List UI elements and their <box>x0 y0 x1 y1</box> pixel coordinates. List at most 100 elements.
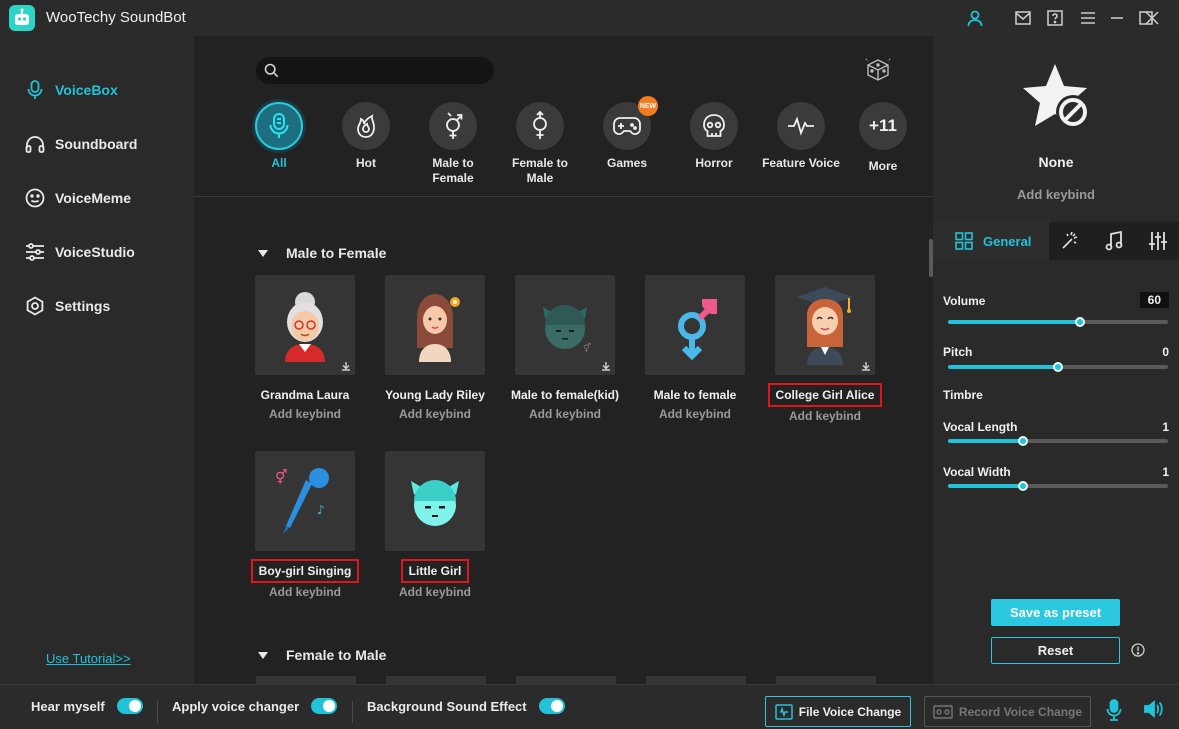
file-voice-change-button[interactable]: File Voice Change <box>765 696 911 727</box>
add-keybind-link[interactable]: Add keybind <box>240 407 370 421</box>
voice-name: Male to female <box>653 388 737 402</box>
voice-card-young-lady-riley[interactable]: Young Lady Riley Add keybind <box>370 275 500 421</box>
voice-card-college-girl-alice[interactable]: College Girl Alice Add keybind <box>760 275 890 423</box>
add-keybind-link[interactable]: Add keybind <box>370 585 500 599</box>
section-header-female-to-male[interactable]: Female to Male <box>258 647 386 663</box>
app-logo <box>9 5 35 31</box>
background-sound-effect-toggle[interactable] <box>538 698 565 714</box>
svg-text:⚥: ⚥ <box>583 342 591 354</box>
add-keybind-link[interactable]: Add keybind <box>760 409 890 423</box>
smiley-icon <box>24 187 46 209</box>
gamepad-icon <box>613 117 641 135</box>
category-label: Hot <box>356 156 376 170</box>
sidebar-item-voicestudio[interactable]: VoiceStudio <box>24 240 135 264</box>
record-voice-change-button[interactable]: Record Voice Change <box>924 696 1091 727</box>
mic-icon[interactable] <box>1106 699 1122 726</box>
add-keybind-link[interactable]: Add keybind <box>240 585 370 599</box>
graduate-avatar-icon <box>797 287 853 365</box>
voice-name: Boy-girl Singing <box>250 559 360 583</box>
user-icon[interactable] <box>963 6 987 30</box>
voice-thumbnail: ⚥ <box>515 275 615 375</box>
search-box[interactable] <box>256 57 494 84</box>
grandma-avatar-icon <box>285 292 325 362</box>
category-label: Feature Voice <box>762 156 840 170</box>
divider <box>194 196 933 197</box>
voice-card-placeholder[interactable] <box>516 676 616 684</box>
music-note-icon[interactable] <box>1103 230 1125 252</box>
caret-down-icon <box>258 249 268 257</box>
vocal-width-slider[interactable] <box>948 481 1168 491</box>
voice-card-grandma-laura[interactable]: Grandma Laura Add keybind <box>240 275 370 421</box>
sidebar-item-voicememe[interactable]: VoiceMeme <box>24 186 131 210</box>
dice-icon[interactable] <box>864 57 892 88</box>
category-feature-voice[interactable]: Feature Voice <box>761 102 841 171</box>
sidebar-item-settings[interactable]: Settings <box>24 294 110 318</box>
hear-myself-control: Hear myself <box>31 698 143 714</box>
voice-card-male-to-female-kid[interactable]: ⚥ Male to female(kid) Add keybind <box>500 275 630 421</box>
section-title: Female to Male <box>286 647 387 663</box>
category-horror[interactable]: Horror <box>674 102 754 171</box>
category-female-to-male[interactable]: Female to Male <box>500 102 580 186</box>
volume-slider-handle[interactable] <box>1075 317 1085 327</box>
apply-voice-changer-toggle[interactable] <box>311 698 338 714</box>
no-voice-star-icon <box>1019 62 1095 139</box>
category-more[interactable]: +11 More <box>843 102 923 174</box>
tab-general[interactable]: General <box>933 222 1049 260</box>
download-icon[interactable] <box>601 361 611 371</box>
tutorial-link[interactable]: Use Tutorial>> <box>46 651 131 666</box>
voice-card-placeholder[interactable] <box>776 676 876 684</box>
volume-label: Volume <box>943 294 986 308</box>
voice-card-placeholder[interactable] <box>386 676 486 684</box>
pitch-slider[interactable] <box>948 362 1168 372</box>
section-header-male-to-female[interactable]: Male to Female <box>258 245 386 261</box>
category-male-to-female[interactable]: Male to Female <box>413 102 493 186</box>
speaker-icon[interactable] <box>1143 699 1163 724</box>
title-bar: WooTechy SoundBot <box>0 0 1179 36</box>
category-hot[interactable]: Hot <box>326 102 406 171</box>
svg-text:⚥: ⚥ <box>275 469 288 486</box>
vocal-length-control: Vocal Length 1 <box>943 420 1169 446</box>
close-window-icon[interactable] <box>1140 6 1164 30</box>
category-games[interactable]: NEW Games <box>587 96 667 171</box>
volume-slider[interactable] <box>948 317 1168 327</box>
volume-value[interactable]: 60 <box>1139 292 1169 308</box>
voice-card-placeholder[interactable] <box>646 676 746 684</box>
section-title: Male to Female <box>286 245 387 261</box>
add-keybind-link[interactable]: Add keybind <box>630 407 760 421</box>
save-preset-button[interactable]: Save as preset <box>991 599 1120 626</box>
pitch-slider-handle[interactable] <box>1053 362 1063 372</box>
category-all[interactable]: All <box>239 102 319 171</box>
sidebar-item-soundboard[interactable]: Soundboard <box>24 132 137 156</box>
vocal-length-slider-handle[interactable] <box>1017 436 1028 446</box>
search-input[interactable] <box>286 61 486 80</box>
add-keybind-link[interactable]: Add keybind <box>500 407 630 421</box>
info-icon[interactable] <box>1131 643 1145 662</box>
voice-card-boy-girl-singing[interactable]: ⚥ ♪ Boy-girl Singing Add keybind <box>240 451 370 599</box>
app-window: WooTechy SoundBot VoiceBox Soundboard Vo… <box>0 0 1179 729</box>
sidebar-item-voicebox[interactable]: VoiceBox <box>24 78 118 102</box>
minimize-icon[interactable] <box>1105 6 1129 30</box>
download-icon[interactable] <box>861 361 871 371</box>
selected-voice-name: None <box>1038 154 1074 170</box>
voice-card-placeholder[interactable] <box>256 676 356 684</box>
vocal-length-slider[interactable] <box>948 436 1168 446</box>
hear-myself-toggle[interactable] <box>116 698 143 714</box>
flame-icon <box>357 114 375 138</box>
headphones-icon <box>24 133 46 155</box>
mail-icon[interactable] <box>1011 6 1035 30</box>
reset-button[interactable]: Reset <box>991 637 1120 664</box>
equalizer-icon[interactable] <box>1147 230 1169 252</box>
add-keybind-link[interactable]: Add keybind <box>370 407 500 421</box>
new-badge: NEW <box>638 96 658 116</box>
vocal-width-slider-handle[interactable] <box>1017 481 1028 491</box>
voice-card-little-girl[interactable]: Little Girl Add keybind <box>370 451 500 599</box>
download-icon[interactable] <box>341 361 351 371</box>
grid-icon <box>955 232 973 250</box>
add-keybind-link[interactable]: Add keybind <box>933 187 1179 202</box>
magic-wand-icon[interactable] <box>1059 230 1081 252</box>
svg-text:♪: ♪ <box>317 503 325 517</box>
voice-card-male-to-female[interactable]: Male to female Add keybind <box>630 275 760 421</box>
settings-tabs: General <box>933 222 1179 260</box>
help-icon[interactable] <box>1043 6 1067 30</box>
menu-icon[interactable] <box>1076 6 1100 30</box>
